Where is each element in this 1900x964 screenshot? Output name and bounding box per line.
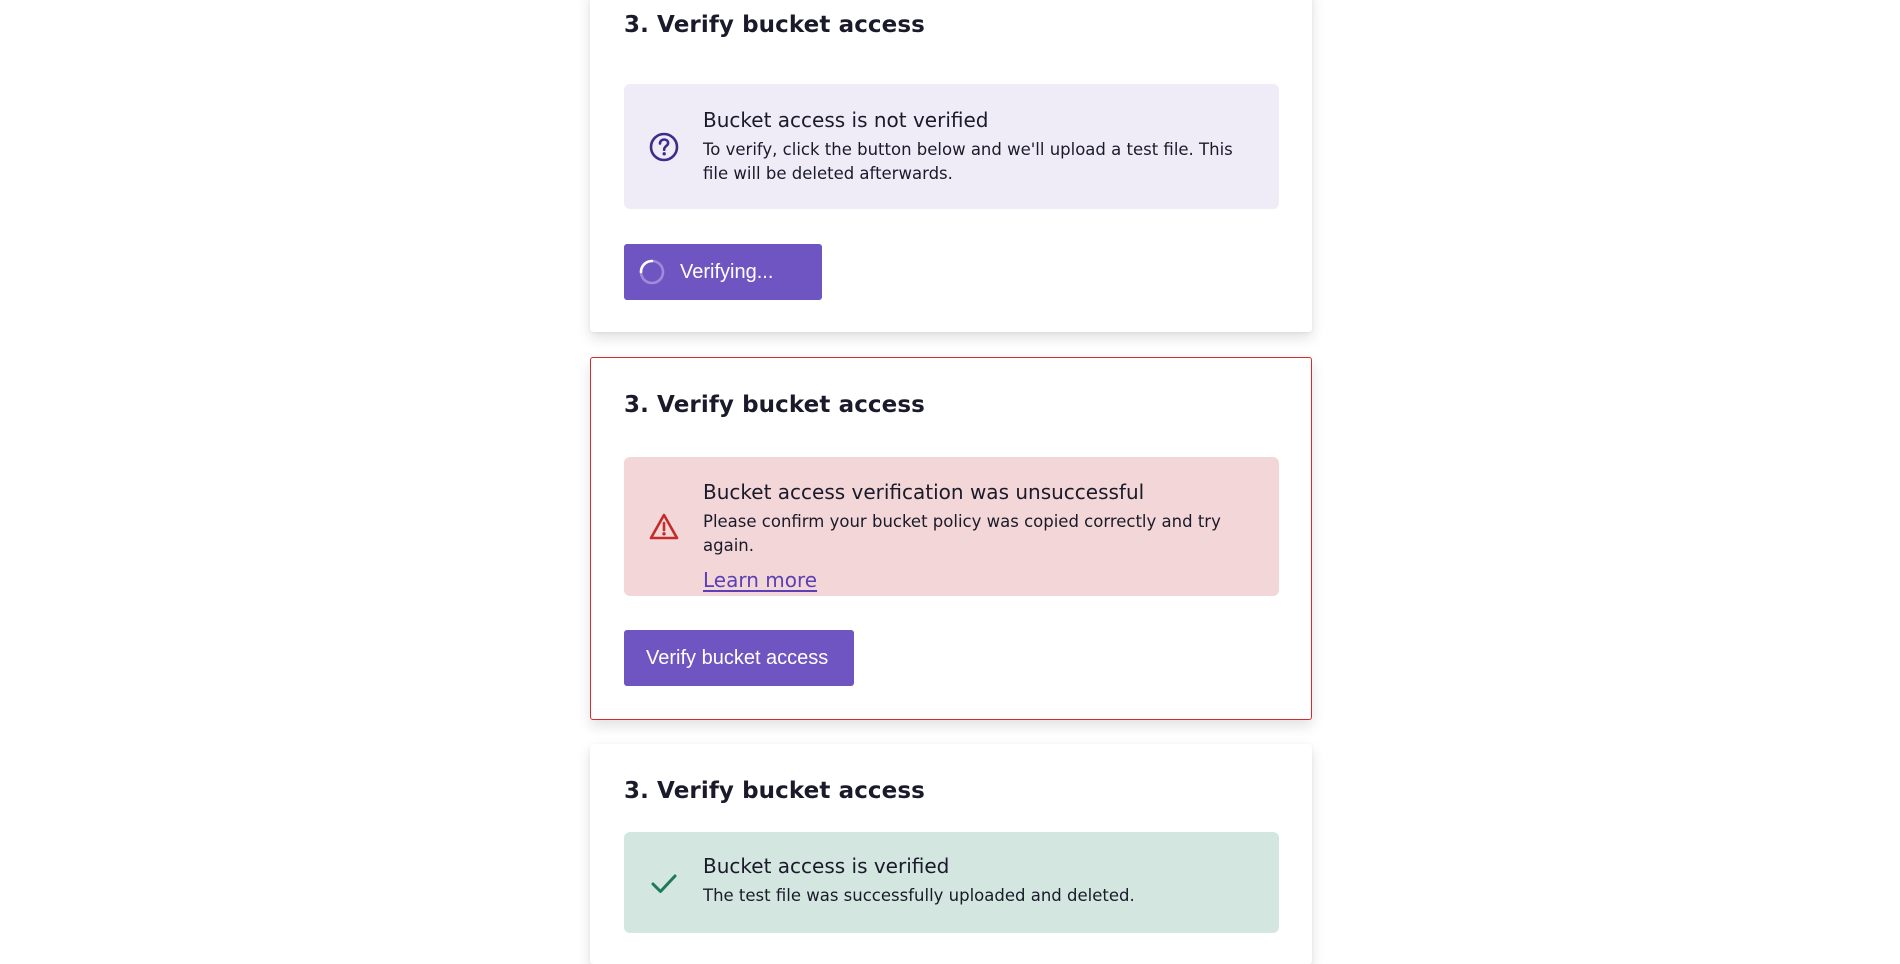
verifying-button[interactable]: Verifying... (624, 244, 822, 300)
notice-text: Please confirm your bucket policy was co… (703, 512, 1221, 555)
checkmark-icon (648, 867, 680, 899)
notice-title: Bucket access is verified (703, 854, 950, 878)
learn-more-link[interactable]: Learn more (703, 568, 817, 592)
card-heading: 3. Verify bucket access (624, 12, 925, 38)
notice-title: Bucket access is not verified (703, 108, 989, 132)
info-notice: Bucket access is not verified To verify,… (624, 84, 1279, 209)
verify-card-loading: 3. Verify bucket access Bucket access is… (590, 0, 1312, 332)
card-heading: 3. Verify bucket access (624, 392, 925, 418)
verify-card-success: 3. Verify bucket access Bucket access is… (590, 744, 1312, 964)
verify-bucket-access-button[interactable]: Verify bucket access (624, 630, 854, 686)
card-heading: 3. Verify bucket access (624, 778, 925, 804)
notice-title: Bucket access verification was unsuccess… (703, 480, 1145, 504)
spinner-icon (638, 258, 666, 286)
verify-card-error: 3. Verify bucket access Bucket access ve… (590, 357, 1312, 720)
notice-text: To verify, click the button below and we… (703, 140, 1233, 183)
warning-triangle-icon (648, 511, 680, 543)
verifying-button-label: Verifying... (680, 260, 774, 283)
notice-text: The test file was successfully uploaded … (703, 886, 1135, 905)
verify-button-label: Verify bucket access (646, 646, 829, 669)
success-notice: Bucket access is verified The test file … (624, 832, 1279, 933)
error-notice: Bucket access verification was unsuccess… (624, 457, 1279, 596)
question-circle-icon (648, 131, 680, 163)
